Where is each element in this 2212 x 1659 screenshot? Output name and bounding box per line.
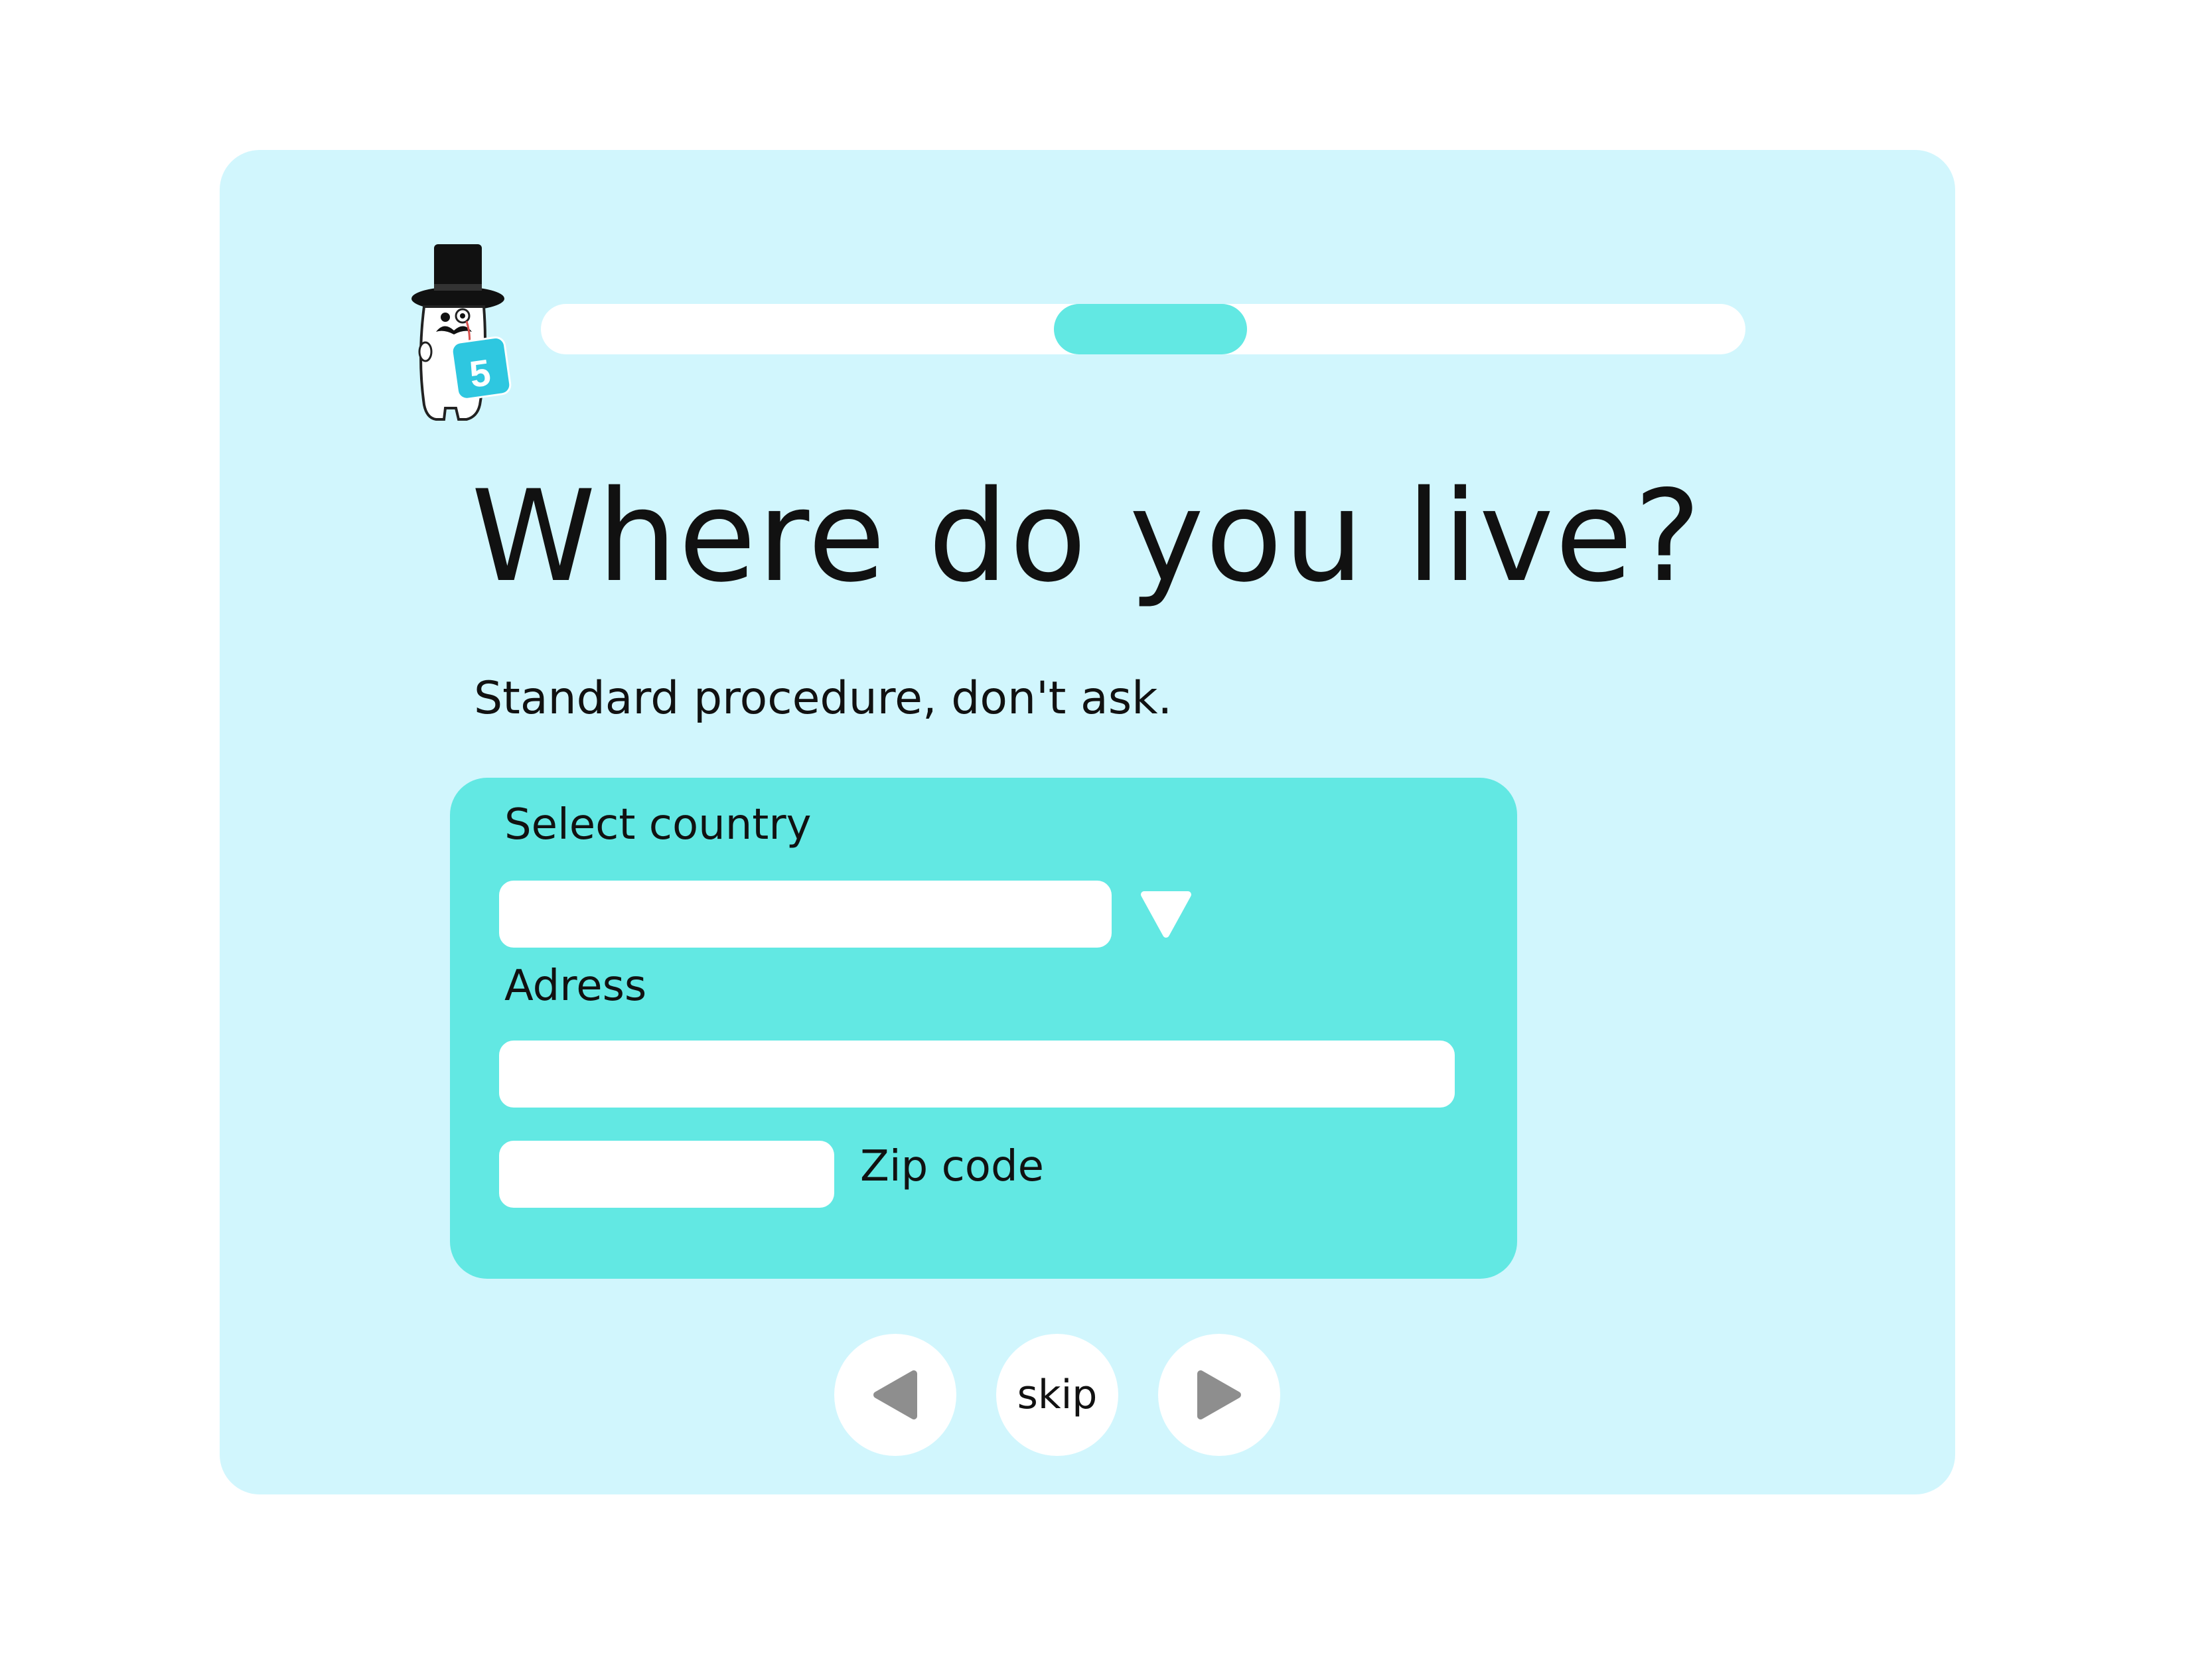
triangle-left-icon [873,1370,917,1419]
skip-button[interactable]: skip [996,1334,1118,1456]
triangle-down-icon[interactable] [1140,891,1192,938]
address-label: Adress [504,962,647,1011]
progress-bar [541,304,1745,354]
page-subtitle: Standard procedure, don't ask. [474,672,1173,725]
zip-code-field[interactable] [499,1141,834,1208]
zip-code-label: Zip code [860,1142,1044,1191]
progress-bar-fill [1054,304,1247,354]
country-select-field[interactable] [499,881,1112,948]
back-button[interactable] [834,1334,956,1456]
country-label: Select country [504,800,812,849]
page-title: Where do you live? [471,463,1702,610]
mascot-icon: 5 [398,239,517,431]
triangle-right-icon [1197,1370,1241,1419]
next-button[interactable] [1158,1334,1280,1456]
address-field[interactable] [499,1041,1455,1108]
skip-label: skip [1017,1372,1098,1418]
